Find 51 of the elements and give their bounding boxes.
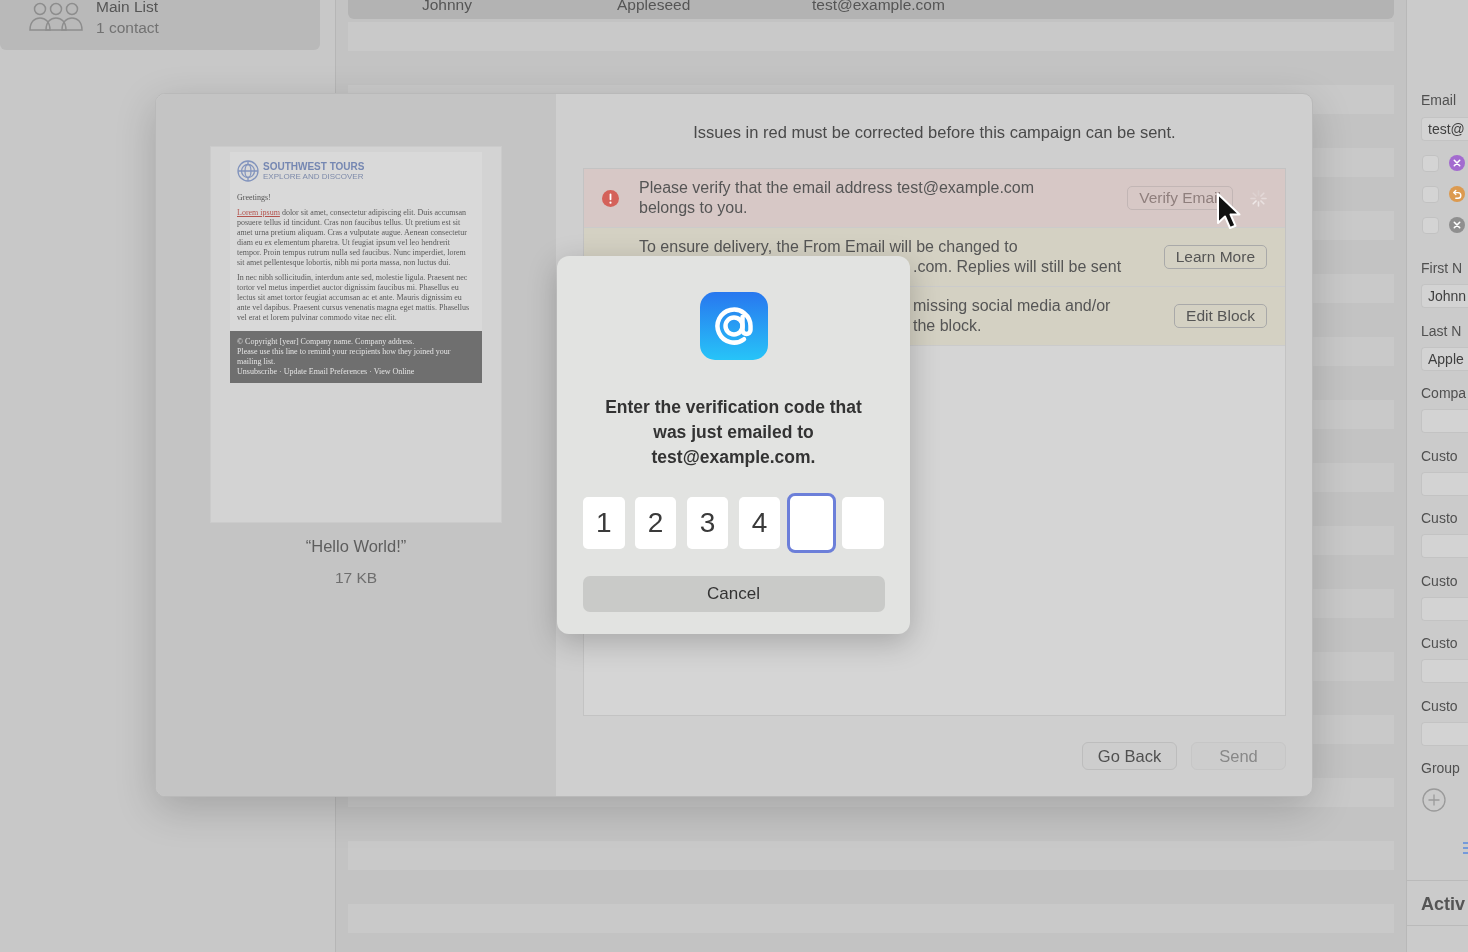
alert-icon — [602, 189, 619, 207]
code-digit-field[interactable] — [842, 497, 884, 549]
group-count: 1 contact — [96, 18, 159, 38]
field-label: First N — [1421, 259, 1463, 278]
file-size: 17 KB — [334, 568, 378, 588]
sidebar-item[interactable]: Main List 1 contact — [0, 0, 320, 50]
issue-text: Please verify that the email address test@example.com belongs to you. — [639, 178, 1036, 218]
dialog-message: Enter the verification code that was just emailed to test@example.com. — [604, 396, 863, 469]
text-field[interactable]: Apple — [1421, 346, 1468, 371]
notice-text: Issues in red must be corrected before this campaign can be sent. — [692, 122, 1177, 142]
code-digit-field[interactable]: 4 — [738, 497, 781, 549]
brand-name: SOUTHWEST TOURS — [263, 161, 365, 172]
group-name: Main List — [96, 0, 159, 17]
footer-text: Please use this line to remind your recipients how they joined your mailing list. — [237, 347, 452, 367]
issue-text: the block. — [913, 316, 982, 336]
text-field[interactable]: Johnn — [1421, 284, 1468, 308]
email-field[interactable]: test@ — [1421, 117, 1468, 141]
issue-action-button[interactable]: Edit Block — [1174, 304, 1267, 328]
issue-text: To ensure delivery, the From Email will be changed to — [639, 237, 1018, 257]
issue-action-button[interactable]: Learn More — [1163, 245, 1267, 269]
issue-text: .com. Replies will still be sent — [913, 257, 1122, 277]
email-paragraph: Lorem ipsum dolor sit amet, consectetur adipiscing elit. Duis accumsan posuere tellus id tincidunt. Cras non faucibus tellus. Ut pretium est sit amet urna pretium aliquam. Cras a vulputate augue. Aenean consectetur diam eu ex elementum pharetra. Ut feugiat ipsum vel leo hendrerit tempor. Proin tempus rutrum nulla sed faucibus. Nunc imperdiet, lorem sit amet pellentesque lobortis, nibh mi porta massa, non luctus dui. — [237, 208, 468, 268]
underlined-words: Lorem ipsum — [237, 208, 280, 217]
issue-text: missing social media and/or — [913, 296, 1111, 316]
code-digit-field[interactable] — [786, 493, 837, 553]
code-digit-field[interactable]: 2 — [634, 497, 677, 549]
footer-text: Unsubscribe · Update Email Preferences · View Online — [237, 367, 415, 377]
field-label: Last N — [1421, 321, 1462, 341]
globe-icon — [237, 160, 259, 182]
field-label: Custo — [1421, 509, 1458, 528]
field-label: Email — [1421, 91, 1456, 110]
lines-icon — [1463, 841, 1468, 855]
field-label: Custo — [1421, 446, 1458, 466]
field-label: Compa — [1421, 384, 1467, 403]
cancel-button[interactable]: Cancel — [582, 576, 885, 612]
field-label: Group — [1421, 759, 1460, 778]
code-digit-field[interactable]: 1 — [583, 497, 625, 549]
email-greeting: Greetings! — [237, 193, 272, 203]
people-icon — [28, 2, 84, 32]
footer-text: © Copyright [year] Company name. Company address. — [237, 337, 415, 347]
sheet-button[interactable]: Go Back — [1082, 742, 1177, 770]
field-label: Custo — [1421, 634, 1458, 653]
section-title: Activ — [1421, 894, 1465, 914]
campaign-title: “Hello World!” — [305, 536, 407, 556]
brand-tagline: EXPLORE AND DISCOVER — [263, 172, 365, 181]
field-label: Custo — [1421, 696, 1458, 716]
email-paragraph: In nec nibh sollicitudin, interdum ante sed, molestie ligula. Praesent nec tortor vel metus imperdiet auctor dignissim faucibus mi. Phasellus eu lectus sit amet tortor feugiat accumsan ac et ante. Mauris dignissim eu ante vel dapibus. Praesent cursus venenatis magna eget mattis. Phasellus vel erat et lorem pulvinar commodo vitae nec elit. — [237, 273, 471, 323]
add-circle-icon[interactable] — [1422, 788, 1446, 812]
code-digit-field[interactable]: 3 — [686, 497, 729, 549]
field-label: Custo — [1421, 571, 1458, 591]
at-sign-icon — [699, 292, 768, 360]
